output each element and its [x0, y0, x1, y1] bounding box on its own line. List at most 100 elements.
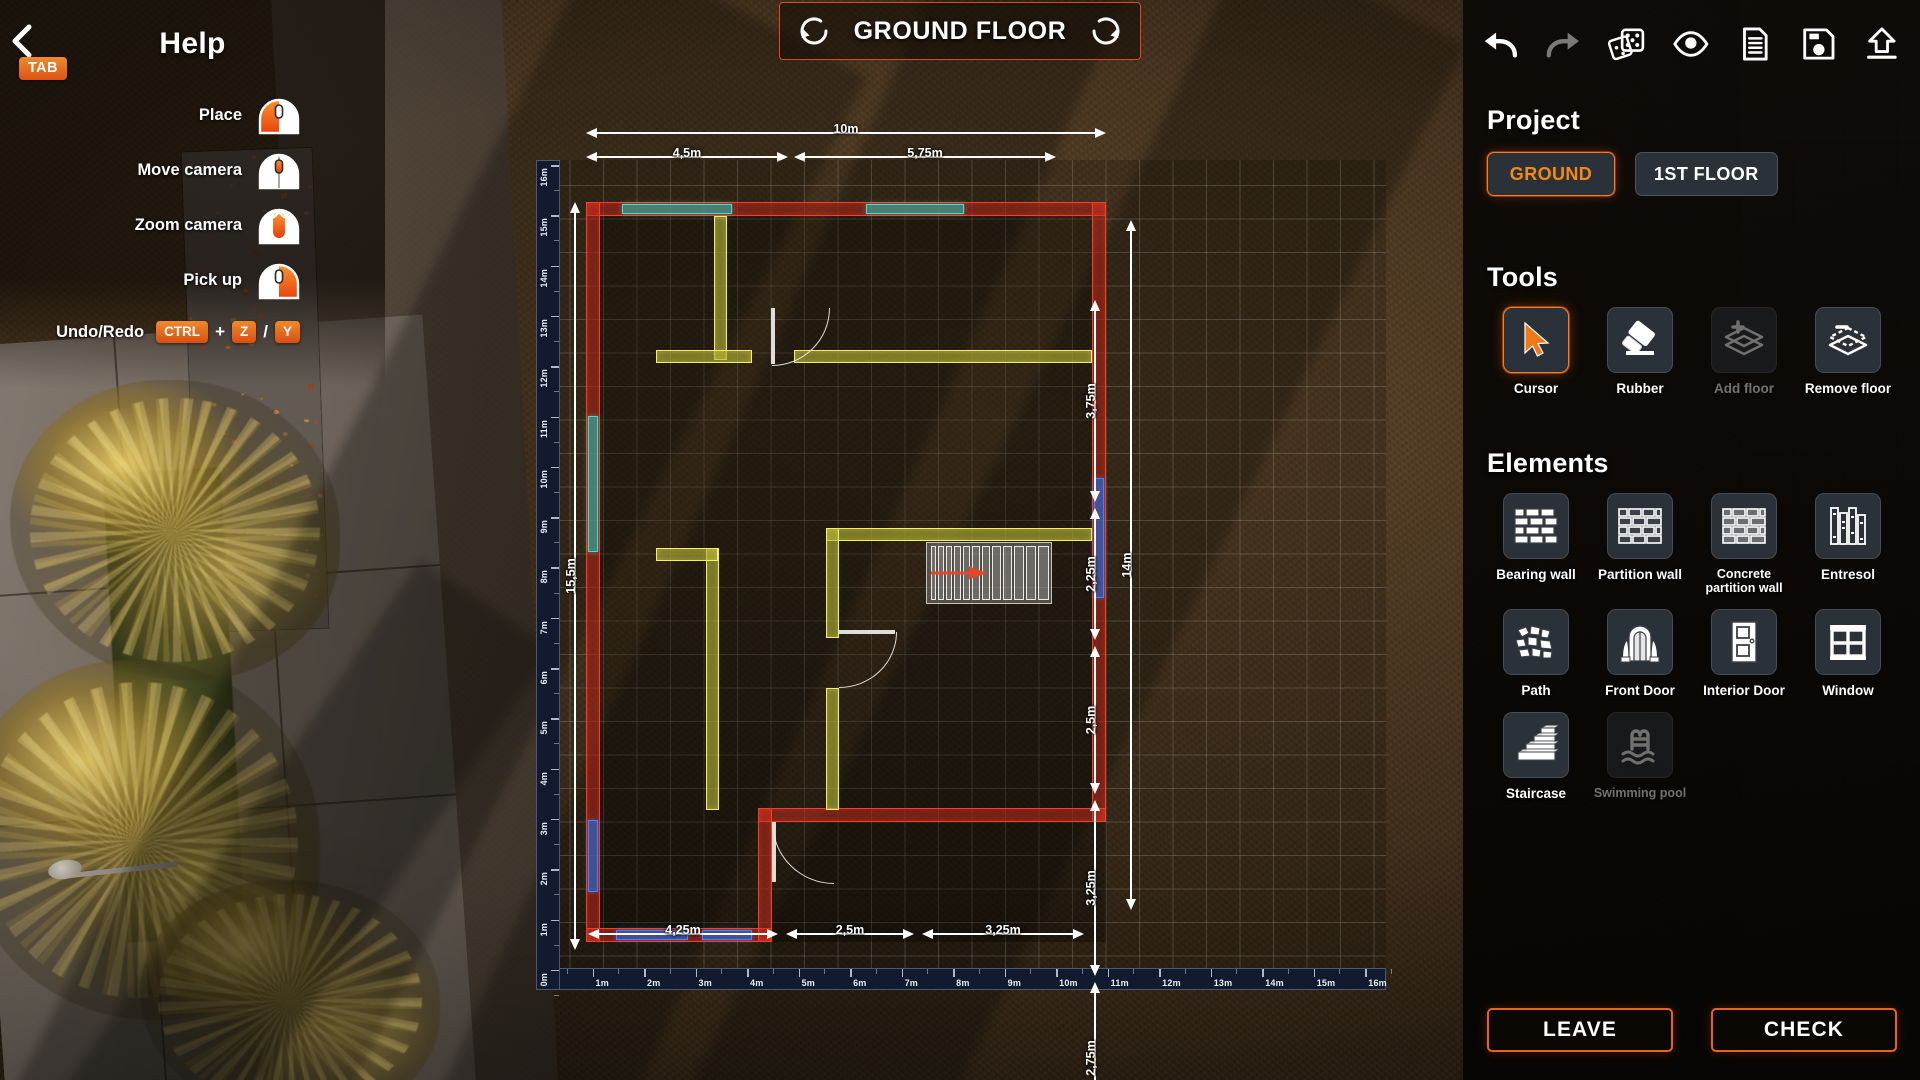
- mouse-right-click-icon: [258, 262, 300, 300]
- tool-rubber[interactable]: Rubber: [1591, 307, 1689, 396]
- partition-wall-mid-vertical[interactable]: [826, 528, 839, 638]
- bearing-wall-south-mid[interactable]: [758, 808, 1106, 822]
- leaf-speck: [309, 389, 312, 391]
- window-west-lower[interactable]: [588, 820, 598, 892]
- help-rows: Place Move camera Zoom camera Pick up Un…: [0, 88, 300, 356]
- rotate-cw-icon[interactable]: [1088, 13, 1124, 49]
- tool-cursor[interactable]: Cursor: [1487, 307, 1585, 396]
- ruler-label: 3m: [699, 978, 712, 988]
- partition-wall-upper-vertical[interactable]: [714, 216, 727, 360]
- ruler-minor-tick: [824, 969, 825, 974]
- mouse-scroll-icon: [258, 207, 300, 245]
- element-concrete-partition-wall[interactable]: Concrete partition wall: [1695, 493, 1793, 595]
- dimension-right-a: 3,75m: [1086, 300, 1104, 502]
- ruler-label: 8m: [539, 570, 549, 583]
- dimension-right-b: 2,25m: [1086, 508, 1104, 640]
- staircase[interactable]: [926, 542, 1052, 604]
- ruler-label: 11m: [539, 420, 549, 438]
- ruler-tick: [551, 316, 559, 318]
- staircase-icon: [1513, 725, 1559, 765]
- ruler-label: 16m: [1368, 978, 1387, 988]
- ruler-minor-tick: [1082, 969, 1083, 974]
- ruler-label: 15m: [539, 218, 549, 237]
- key-slash-sign: /: [263, 322, 268, 342]
- dimension-bottom-c: 3,25m: [922, 925, 1084, 943]
- ruler-minor-tick: [554, 794, 559, 795]
- key-ctrl: CTRL: [156, 321, 208, 344]
- window-west-upper[interactable]: [588, 416, 598, 552]
- floor-chip-ground[interactable]: GROUND: [1487, 152, 1615, 196]
- element-path[interactable]: Path: [1487, 609, 1585, 698]
- element-window[interactable]: Window: [1799, 609, 1897, 698]
- game-screen: 10m 4,5m 5,75m 1m 2m 3m 4m 5m 6m 7m 8m 9…: [0, 0, 1920, 1080]
- element-entresol[interactable]: Entresol: [1799, 493, 1897, 595]
- bearing-wall-step-vertical[interactable]: [758, 808, 772, 942]
- eye-icon[interactable]: [1672, 24, 1710, 64]
- tool-label: Cursor: [1514, 381, 1558, 396]
- front-door-south[interactable]: [772, 822, 834, 884]
- help-panel: TAB Help Place Move camera Zoom camera P…: [0, 0, 385, 387]
- dice-icon[interactable]: [1608, 24, 1646, 64]
- partition-wall-mid-horizontal[interactable]: [826, 528, 1092, 541]
- door-leaf-top: [771, 308, 775, 364]
- partition-wall-lower-left-vert[interactable]: [706, 548, 719, 810]
- ruler-minor-tick: [554, 643, 559, 644]
- ruler-label: 13m: [539, 319, 549, 338]
- tool-add-floor[interactable]: Add floor: [1695, 307, 1793, 396]
- element-front-door[interactable]: Front Door: [1591, 609, 1689, 698]
- floor-plan[interactable]: 10m 4,5m 5,75m 1m 2m 3m 4m 5m 6m 7m 8m 9…: [536, 120, 1386, 970]
- ruler-tick: [551, 819, 559, 821]
- dimension-right-c: 2,5m: [1086, 646, 1104, 794]
- partition-wall-icon: [1617, 506, 1663, 546]
- tools-heading: Tools: [1487, 262, 1897, 293]
- element-icon-box: [1607, 493, 1673, 559]
- ruler-tick: [551, 517, 559, 519]
- element-staircase[interactable]: Staircase: [1487, 712, 1585, 801]
- upload-icon[interactable]: [1863, 24, 1901, 64]
- ruler-tick: [551, 266, 559, 268]
- ruler-tick: [1211, 969, 1213, 977]
- leaf-speck: [304, 419, 309, 423]
- dimension-right-d: 3,25m: [1086, 800, 1104, 976]
- window-north-left[interactable]: [622, 204, 732, 214]
- ruler-minor-tick: [1133, 969, 1134, 974]
- window-icon: [1826, 622, 1870, 662]
- key-plus-sign: +: [215, 322, 225, 342]
- ruler-tick: [902, 969, 904, 977]
- save-icon[interactable]: [1800, 24, 1838, 64]
- ruler-minor-tick: [554, 542, 559, 543]
- window-north-right[interactable]: [866, 204, 964, 214]
- element-bearing-wall[interactable]: Bearing wall: [1487, 493, 1585, 595]
- help-row-label: Zoom camera: [135, 216, 242, 235]
- leave-button[interactable]: LEAVE: [1487, 1008, 1673, 1052]
- document-icon[interactable]: [1736, 24, 1774, 64]
- ruler-tick: [551, 417, 559, 419]
- partition-wall-hall-horizontal[interactable]: [794, 350, 1092, 363]
- ruler-minor-tick: [876, 969, 877, 974]
- dimension-label: 15,5m: [564, 551, 578, 600]
- concrete-wall-icon: [1721, 506, 1767, 546]
- partition-wall-lower-vertical[interactable]: [826, 688, 839, 810]
- redo-icon[interactable]: [1545, 24, 1583, 64]
- ruler-minor-tick: [554, 995, 559, 996]
- dimension-label: 2,75m: [1084, 1034, 1098, 1080]
- undo-icon[interactable]: [1481, 24, 1519, 64]
- partition-wall-upper-horizontal[interactable]: [656, 350, 752, 363]
- interior-door-top[interactable]: [772, 308, 832, 366]
- tool-remove-floor[interactable]: Remove floor: [1799, 307, 1897, 396]
- floor-chip-1st-floor[interactable]: 1ST FLOOR: [1635, 152, 1778, 196]
- interior-door-mid[interactable]: [839, 632, 897, 688]
- ruler-tick: [1005, 969, 1007, 977]
- element-partition-wall[interactable]: Partition wall: [1591, 493, 1689, 595]
- element-swimming-pool[interactable]: Swimming pool: [1591, 712, 1689, 801]
- check-button[interactable]: CHECK: [1711, 1008, 1897, 1052]
- help-title: Help: [0, 27, 385, 61]
- ruler-label: 5m: [539, 721, 549, 734]
- rotate-ccw-icon[interactable]: [796, 13, 832, 49]
- ruler-minor-tick: [554, 593, 559, 594]
- ruler-tick: [1108, 969, 1110, 977]
- ruler-tick: [953, 969, 955, 977]
- plan-grid-canvas[interactable]: 0m1m2m3m4m5m6m7m8m9m10m11m12m13m14m15m16…: [536, 160, 1386, 990]
- element-interior-door[interactable]: Interior Door: [1695, 609, 1793, 698]
- partition-wall-lower-left-horiz[interactable]: [656, 548, 718, 561]
